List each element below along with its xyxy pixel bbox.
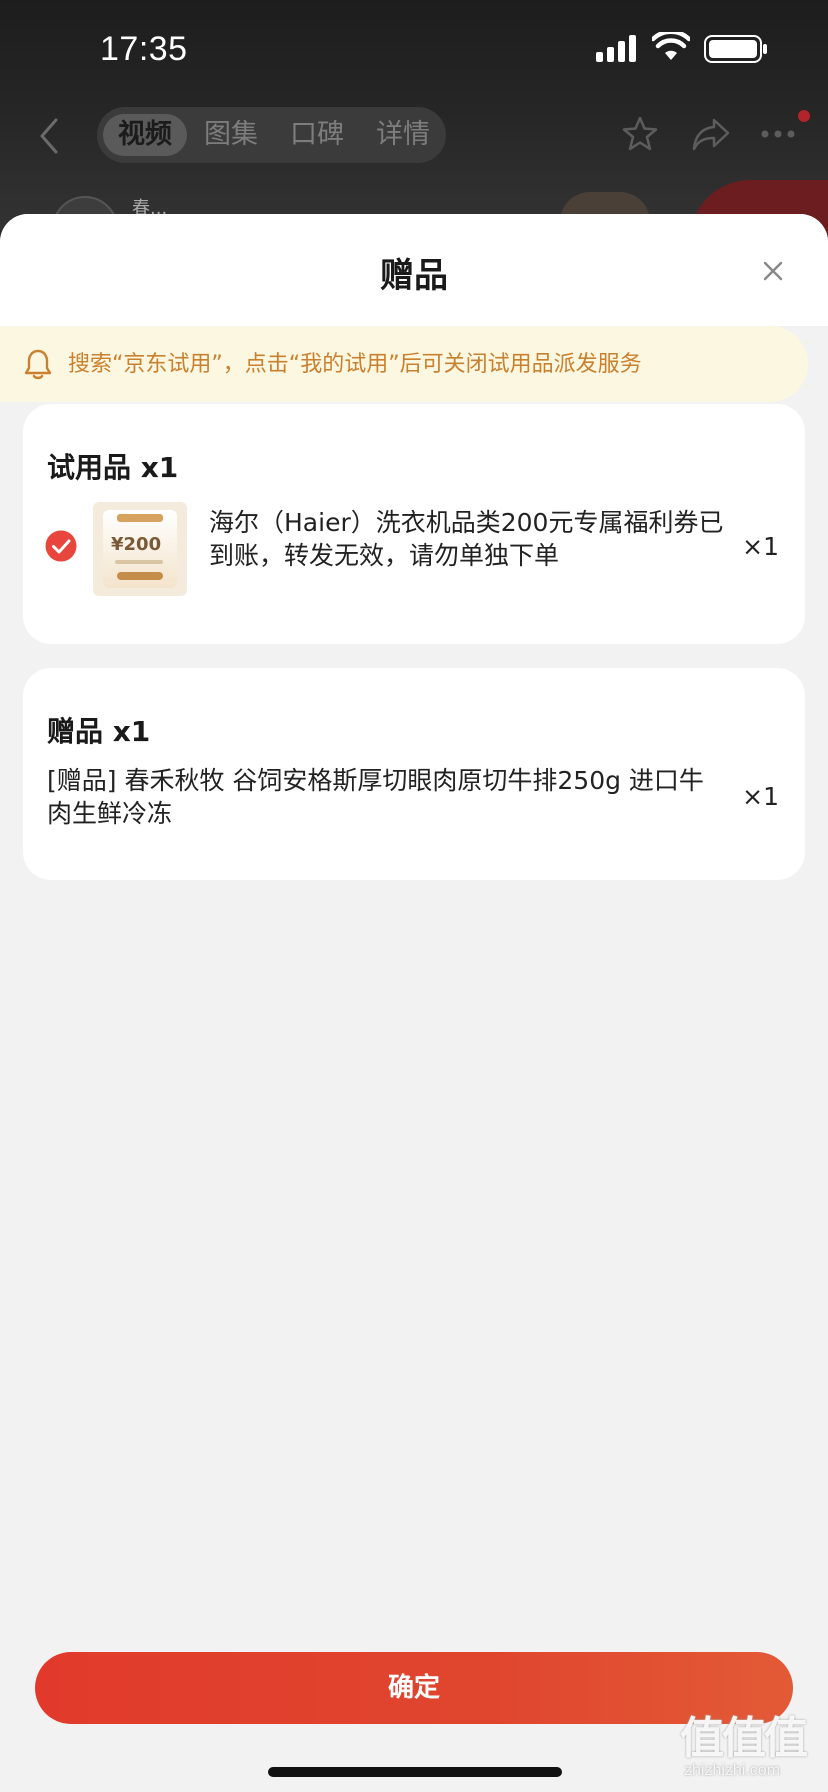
more-icon[interactable] xyxy=(760,128,796,140)
share-icon[interactable] xyxy=(690,114,732,154)
home-indicator[interactable] xyxy=(268,1767,562,1777)
notification-dot xyxy=(798,110,810,122)
coupon-value: ¥200 xyxy=(111,534,162,555)
signal-icon xyxy=(596,35,636,62)
gift-section: 赠品 x1 [赠品] 春禾秋牧 谷饲安格斯厚切眼肉原切牛排250g 进口牛肉生鲜… xyxy=(23,668,805,880)
coupon-thumbnail: ¥200 xyxy=(93,502,187,596)
tab-bar: 视频 图集 口碑 详情 xyxy=(97,107,446,163)
sheet-header: 赠品 xyxy=(0,214,828,326)
gift-section-title: 赠品 x1 xyxy=(47,715,151,748)
notice-text: 搜索“京东试用”，点击“我的试用”后可关闭试用品派发服务 xyxy=(68,352,642,377)
trial-item-name: 海尔（Haier）洗衣机品类200元专属福利券已到账，转发无效，请勿单独下单 xyxy=(209,508,724,570)
gift-sheet: 赠品 搜索“京东试用”，点击“我的试用”后可关闭试用品派发服务 试用品 x1 ¥… xyxy=(0,214,828,1792)
tab-gallery[interactable]: 图集 xyxy=(189,114,273,156)
gift-item-name: [赠品] 春禾秋牧 谷饲安格斯厚切眼肉原切牛排250g 进口牛肉生鲜冷冻 xyxy=(47,766,704,828)
top-nav: 视频 图集 口碑 详情 xyxy=(0,100,828,170)
trial-item-qty: ×1 xyxy=(742,532,779,561)
background-page: 17:35 视频 图集 口碑 详情 春... xyxy=(0,0,828,270)
star-icon[interactable] xyxy=(620,114,660,154)
tab-reviews[interactable]: 口碑 xyxy=(275,114,359,156)
watermark-url: zhizhizhi.com xyxy=(684,1762,781,1779)
notice-banner: 搜索“京东试用”，点击“我的试用”后可关闭试用品派发服务 xyxy=(0,326,808,402)
tab-video[interactable]: 视频 xyxy=(103,114,187,156)
wifi-icon xyxy=(652,32,690,60)
watermark-logo: 值值值 xyxy=(680,1713,808,1764)
watermark: 值值值 zhizhizhi.com xyxy=(678,1702,828,1792)
status-bar: 17:35 xyxy=(0,0,828,96)
bell-icon xyxy=(24,349,52,380)
trial-section: 试用品 x1 ¥200 海尔（Haier）洗衣机品类200元专属福利券已到账，转… xyxy=(23,404,805,644)
status-time: 17:35 xyxy=(100,30,188,68)
close-icon[interactable] xyxy=(760,258,786,284)
gift-item-qty: ×1 xyxy=(742,782,779,811)
battery-icon xyxy=(704,35,767,63)
checkmark-icon[interactable] xyxy=(45,530,77,562)
trial-section-title: 试用品 x1 xyxy=(47,451,179,484)
sheet-title: 赠品 xyxy=(380,256,448,296)
tab-details[interactable]: 详情 xyxy=(361,114,445,156)
back-icon[interactable] xyxy=(34,116,64,156)
